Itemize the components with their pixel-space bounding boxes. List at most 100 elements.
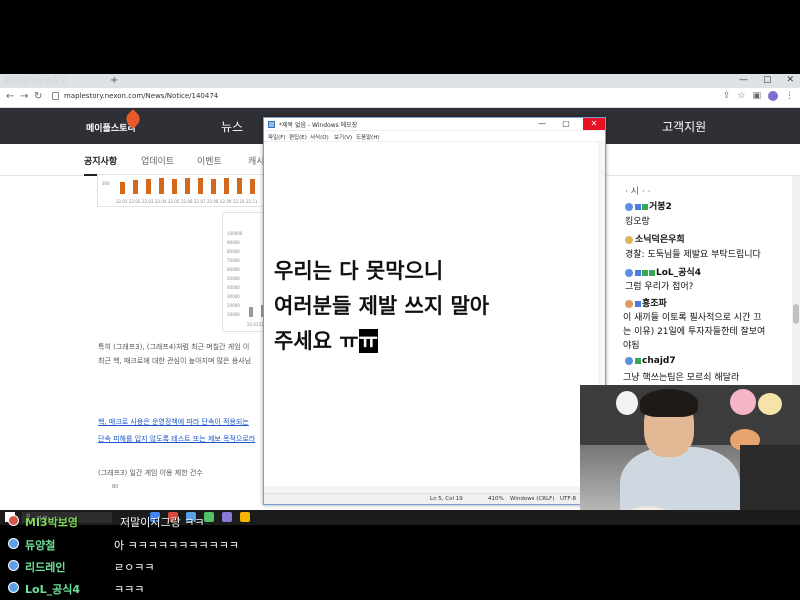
lock-icon [52,92,59,100]
chart-y-label: 80000 [227,249,240,254]
chat-username: LoL_공식4 [625,265,701,278]
badge-icon [635,269,641,276]
maximize-button[interactable]: ▢ [557,118,575,130]
chat-username-text: 홍조파 [642,299,667,309]
menu-edit[interactable]: 편집(E) [289,133,307,141]
encoding: UTF-8 [560,496,577,502]
minimize-button[interactable]: — [739,75,748,85]
chart-bar [224,178,229,194]
user-avatar-icon [625,356,633,365]
tab-strip: afreecaTV + — ▢ ✕ [0,74,800,88]
tab-event[interactable]: 이벤트 [197,154,222,167]
text-line-3: 주세요 ㅠㅠ [274,324,599,359]
line-ending: Windows (CRLF) [510,496,555,502]
notice-link[interactable]: 단속 피해를 입지 않도록 테스트 또는 제보 목적으로라 [98,434,255,444]
text-line: 주세요 ㅠ [274,329,359,353]
share-icon[interactable]: ⇪ [723,91,731,101]
chart-tick: 22.08 [207,199,219,204]
chat-row: MI3박보영 저말이지그랑 ㅋㅋ [8,512,578,530]
star-icon[interactable]: ☆ [737,91,745,101]
scroll-thumb[interactable] [793,304,799,324]
chart-y-label: 50000 [227,276,240,281]
user-avatar-icon [625,299,633,308]
chart-y-label: 20000 [227,303,240,308]
maximize-button[interactable]: ▢ [763,75,772,85]
menu-view[interactable]: 보기(V) [334,133,352,141]
chart-y-label: 70000 [227,258,240,263]
chart-tick: 22.11 [246,199,258,204]
chart-bar [250,179,255,194]
chart-bar [172,179,177,194]
notepad-text-area[interactable]: 우리는 다 못막으니 여러분들 제발 쓰지 말아 주세요 ㅠㅠ [274,254,599,359]
user-avatar-icon [625,202,633,211]
notice-link[interactable]: 핵, 매크로 사용은 운영정책에 따라 단속이 적용되는 [98,417,249,427]
chat-username-text: 거봉2 [649,202,672,212]
chart-y-label: 10000 [227,312,240,317]
tab-update[interactable]: 업데이트 [141,154,174,167]
chart-bar [185,178,190,194]
text-selection: ㅠ [358,329,378,353]
nav-support[interactable]: 고객지원 [662,118,706,135]
chart-y-label: 60000 [227,267,240,272]
profile-avatar[interactable] [768,91,778,101]
chat-message: 킹오랑 [625,217,650,227]
notepad-titlebar[interactable]: *제목 없음 - Windows 메모장 — ▢ ✕ [264,118,605,131]
notepad-title: *제목 없음 - Windows 메모장 [279,122,358,129]
browser-window-controls: — ▢ ✕ [739,75,794,85]
menu-help[interactable]: 도움말(H) [356,133,380,141]
text-line: 우리는 다 못막으니 [274,259,444,283]
webcam-feed [580,385,800,525]
extension-toolbar: ⇪ ☆ ▣ ⋮ [723,91,794,101]
chat-message: 야됨 [623,341,640,351]
streamer-hair [640,389,698,417]
chat-username: 소닉덕은우희 [625,232,685,245]
user-avatar-icon [8,582,19,593]
nav-news[interactable]: 뉴스 [221,118,243,135]
url-field[interactable]: maplestory.nexon.com/News/Notice/140474 [64,92,218,100]
chart-bar [249,307,253,317]
chat-message: 이 새끼들 이토록 필사적으로 시간 끄 [623,313,762,323]
notepad-horizontal-scrollbar[interactable] [264,486,605,493]
chat-message: 저말이지그랑 ㅋㅋ [120,516,205,529]
close-button[interactable]: ✕ [583,118,605,130]
extensions-icon[interactable]: ▣ [752,91,761,101]
menu-format[interactable]: 서식(O) [310,133,329,141]
graph-caption: (그래프3) 일간 게임 이용 제한 건수 [98,469,203,477]
chart-bar [133,180,138,194]
chart-bar [237,178,242,194]
chart-y-label: 90000 [227,240,240,245]
forward-icon[interactable]: → [20,91,28,102]
notepad-statusbar: Ln 5, Col 19 410% Windows (CRLF) UTF-8 [264,493,605,504]
chat-username: LoL_공식4 [25,583,80,596]
chart-tick: 22.02 [129,199,141,204]
badge-icon [642,203,648,210]
user-avatar-icon [625,235,633,244]
new-tab-button[interactable]: + [110,75,118,86]
chart-bar [120,182,125,194]
close-button[interactable]: ✕ [786,75,794,85]
user-avatar-icon [8,515,19,526]
chat-username: MI3박보영 [25,516,79,529]
chart-bar [198,178,203,194]
chat-message: 는 이유) 21일에 투자자들한테 잘보여 [623,327,766,337]
chart-bar [146,179,151,194]
back-icon[interactable]: ← [6,91,14,102]
notice-paragraph: 최근 핵, 매크로에 대한 관심이 높아지며 많은 용사님 [98,357,252,365]
minimize-button[interactable]: — [533,118,551,130]
chat-username: chajd7 [625,356,676,366]
tab-notice[interactable]: 공지사항 [84,154,117,167]
notice-paragraph: 특히 (그래프3), (그래프4)처럼 최근 며칠간 게임 이 [98,343,250,351]
reload-icon[interactable]: ↻ [34,91,42,102]
stream-watermark: afreecaTV [4,74,69,87]
menu-icon[interactable]: ⋮ [785,91,794,101]
user-avatar-icon [8,538,19,549]
badge-icon [635,203,641,210]
chart-y-label: 30000 [227,294,240,299]
zoom-level: 410% [488,496,504,502]
side-chat-overlay: · 시 · · 거봉2 킹오랑 소닉덕은우희 경찰: 도둑님들 제발요 부탁드립… [623,182,793,383]
stream-frame: afreecaTV + — ▢ ✕ ← → ↻ maplestory.nexon… [0,0,800,600]
chat-row: 리드레인 ㄹㅇㅋㅋ [8,557,578,575]
chat-message: ㅋㅋㅋ [114,583,145,596]
notepad-menubar: 파일(F) 편집(E) 서식(O) 보기(V) 도움말(H) [264,131,605,142]
menu-file[interactable]: 파일(F) [268,133,286,141]
